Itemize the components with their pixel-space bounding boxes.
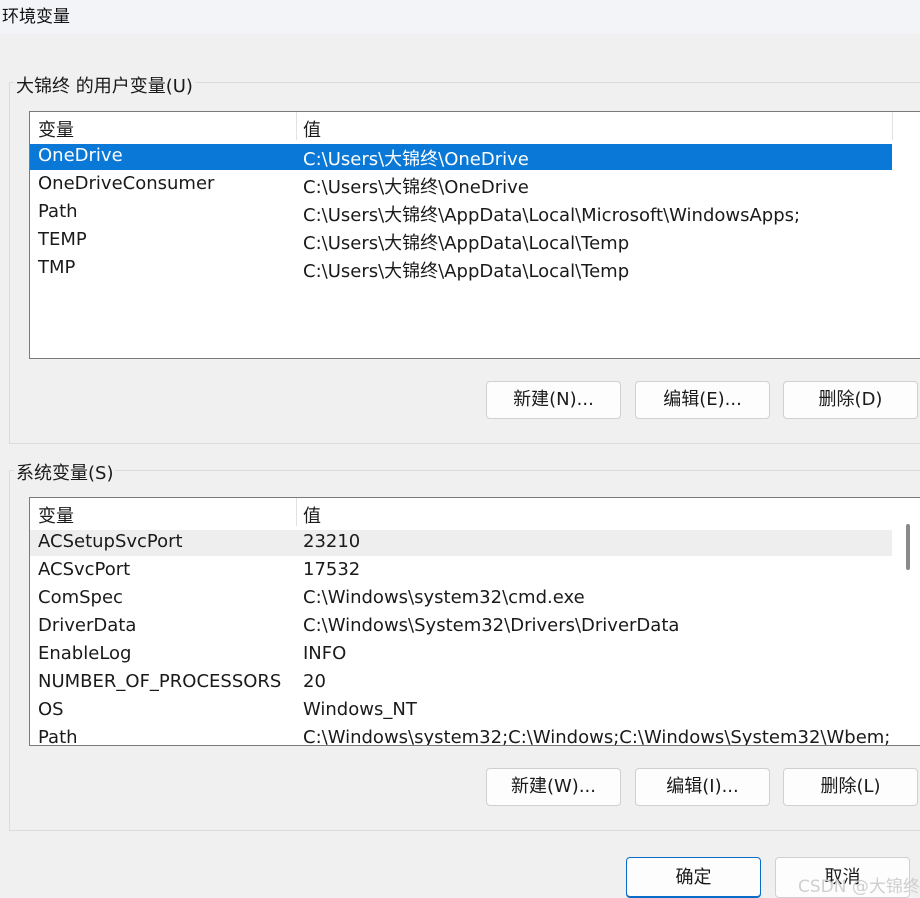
table-row[interactable]: Path C:\Users\大锦终\AppData\Local\Microsof… (30, 200, 892, 226)
user-vars-legend: 大锦终 的用户变量(U) (14, 72, 195, 98)
table-row[interactable]: ComSpec C:\Windows\system32\cmd.exe (30, 586, 892, 612)
table-row[interactable]: Path C:\Windows\system32;C:\Windows;C:\W… (30, 726, 892, 746)
table-row[interactable]: EnableLog INFO (30, 642, 892, 668)
column-header-value[interactable]: 值 (303, 502, 321, 528)
var-value: C:\Users\大锦终\AppData\Local\Temp (303, 233, 630, 254)
vertical-scrollbar[interactable] (892, 498, 920, 745)
system-delete-button[interactable]: 删除(L) (783, 768, 918, 806)
var-value: C:\Windows\system32\cmd.exe (303, 587, 585, 608)
column-header-value[interactable]: 值 (303, 116, 321, 142)
user-delete-button[interactable]: 删除(D) (783, 381, 918, 419)
system-vars-header: 变量 值 (30, 498, 893, 528)
var-name: ACSvcPort (38, 559, 131, 580)
var-name: Path (38, 201, 78, 222)
var-value: 17532 (303, 559, 361, 580)
system-edit-button[interactable]: 编辑(I)... (635, 768, 770, 806)
var-value: Windows_NT (303, 699, 417, 720)
user-new-button[interactable]: 新建(N)... (486, 381, 621, 419)
var-name: TEMP (38, 229, 87, 250)
var-name: Path (38, 727, 78, 746)
user-edit-button[interactable]: 编辑(E)... (635, 381, 770, 419)
var-value: C:\Windows\System32\Drivers\DriverData (303, 615, 680, 636)
var-name: EnableLog (38, 643, 132, 664)
table-row[interactable]: OneDriveConsumer C:\Users\大锦终\OneDrive (30, 172, 892, 198)
var-name: OneDrive (38, 145, 123, 166)
table-row[interactable]: OS Windows_NT (30, 698, 892, 724)
table-row[interactable]: TMP C:\Users\大锦终\AppData\Local\Temp (30, 256, 892, 282)
window-title: 环境变量 (2, 7, 70, 27)
column-divider[interactable] (892, 112, 893, 140)
column-header-name[interactable]: 变量 (38, 502, 74, 528)
var-value: C:\Users\大锦终\AppData\Local\Microsoft\Win… (303, 205, 801, 226)
var-value: C:\Users\大锦终\OneDrive (303, 149, 529, 170)
var-name: ComSpec (38, 587, 123, 608)
system-new-button[interactable]: 新建(W)... (486, 768, 621, 806)
var-name: DriverData (38, 615, 137, 636)
user-vars-list[interactable]: 变量 值 OneDrive C:\Users\大锦终\OneDrive OneD… (29, 111, 920, 359)
table-row[interactable]: ACSetupSvcPort 23210 (30, 530, 892, 556)
var-value: C:\Users\大锦终\OneDrive (303, 177, 529, 198)
var-name: OneDriveConsumer (38, 173, 215, 194)
watermark: CSDN @大锦终 (798, 877, 920, 897)
var-value: 23210 (303, 531, 361, 552)
var-value: INFO (303, 643, 347, 664)
var-value: 20 (303, 671, 326, 692)
table-row[interactable]: ACSvcPort 17532 (30, 558, 892, 584)
var-name: OS (38, 699, 64, 720)
var-value: C:\Users\大锦终\AppData\Local\Temp (303, 261, 630, 282)
column-divider[interactable] (296, 498, 297, 526)
system-vars-list[interactable]: 变量 值 ACSetupSvcPort 23210 ACSvcPort 1753… (29, 497, 920, 746)
var-name: ACSetupSvcPort (38, 531, 183, 552)
column-divider[interactable] (296, 112, 297, 140)
system-vars-legend: 系统变量(S) (14, 459, 116, 485)
var-value: C:\Windows\system32;C:\Windows;C:\Window… (303, 727, 891, 746)
column-header-name[interactable]: 变量 (38, 116, 74, 142)
table-row[interactable]: NUMBER_OF_PROCESSORS 20 (30, 670, 892, 696)
table-row[interactable]: TEMP C:\Users\大锦终\AppData\Local\Temp (30, 228, 892, 254)
user-vars-header: 变量 值 (30, 112, 893, 142)
window-titlebar: 环境变量 (0, 0, 920, 34)
var-name: NUMBER_OF_PROCESSORS (38, 671, 282, 692)
ok-button[interactable]: 确定 (626, 857, 761, 898)
scrollbar-thumb[interactable] (906, 524, 910, 570)
table-row[interactable]: DriverData C:\Windows\System32\Drivers\D… (30, 614, 892, 640)
table-row[interactable]: OneDrive C:\Users\大锦终\OneDrive (30, 144, 892, 170)
var-name: TMP (38, 257, 76, 278)
